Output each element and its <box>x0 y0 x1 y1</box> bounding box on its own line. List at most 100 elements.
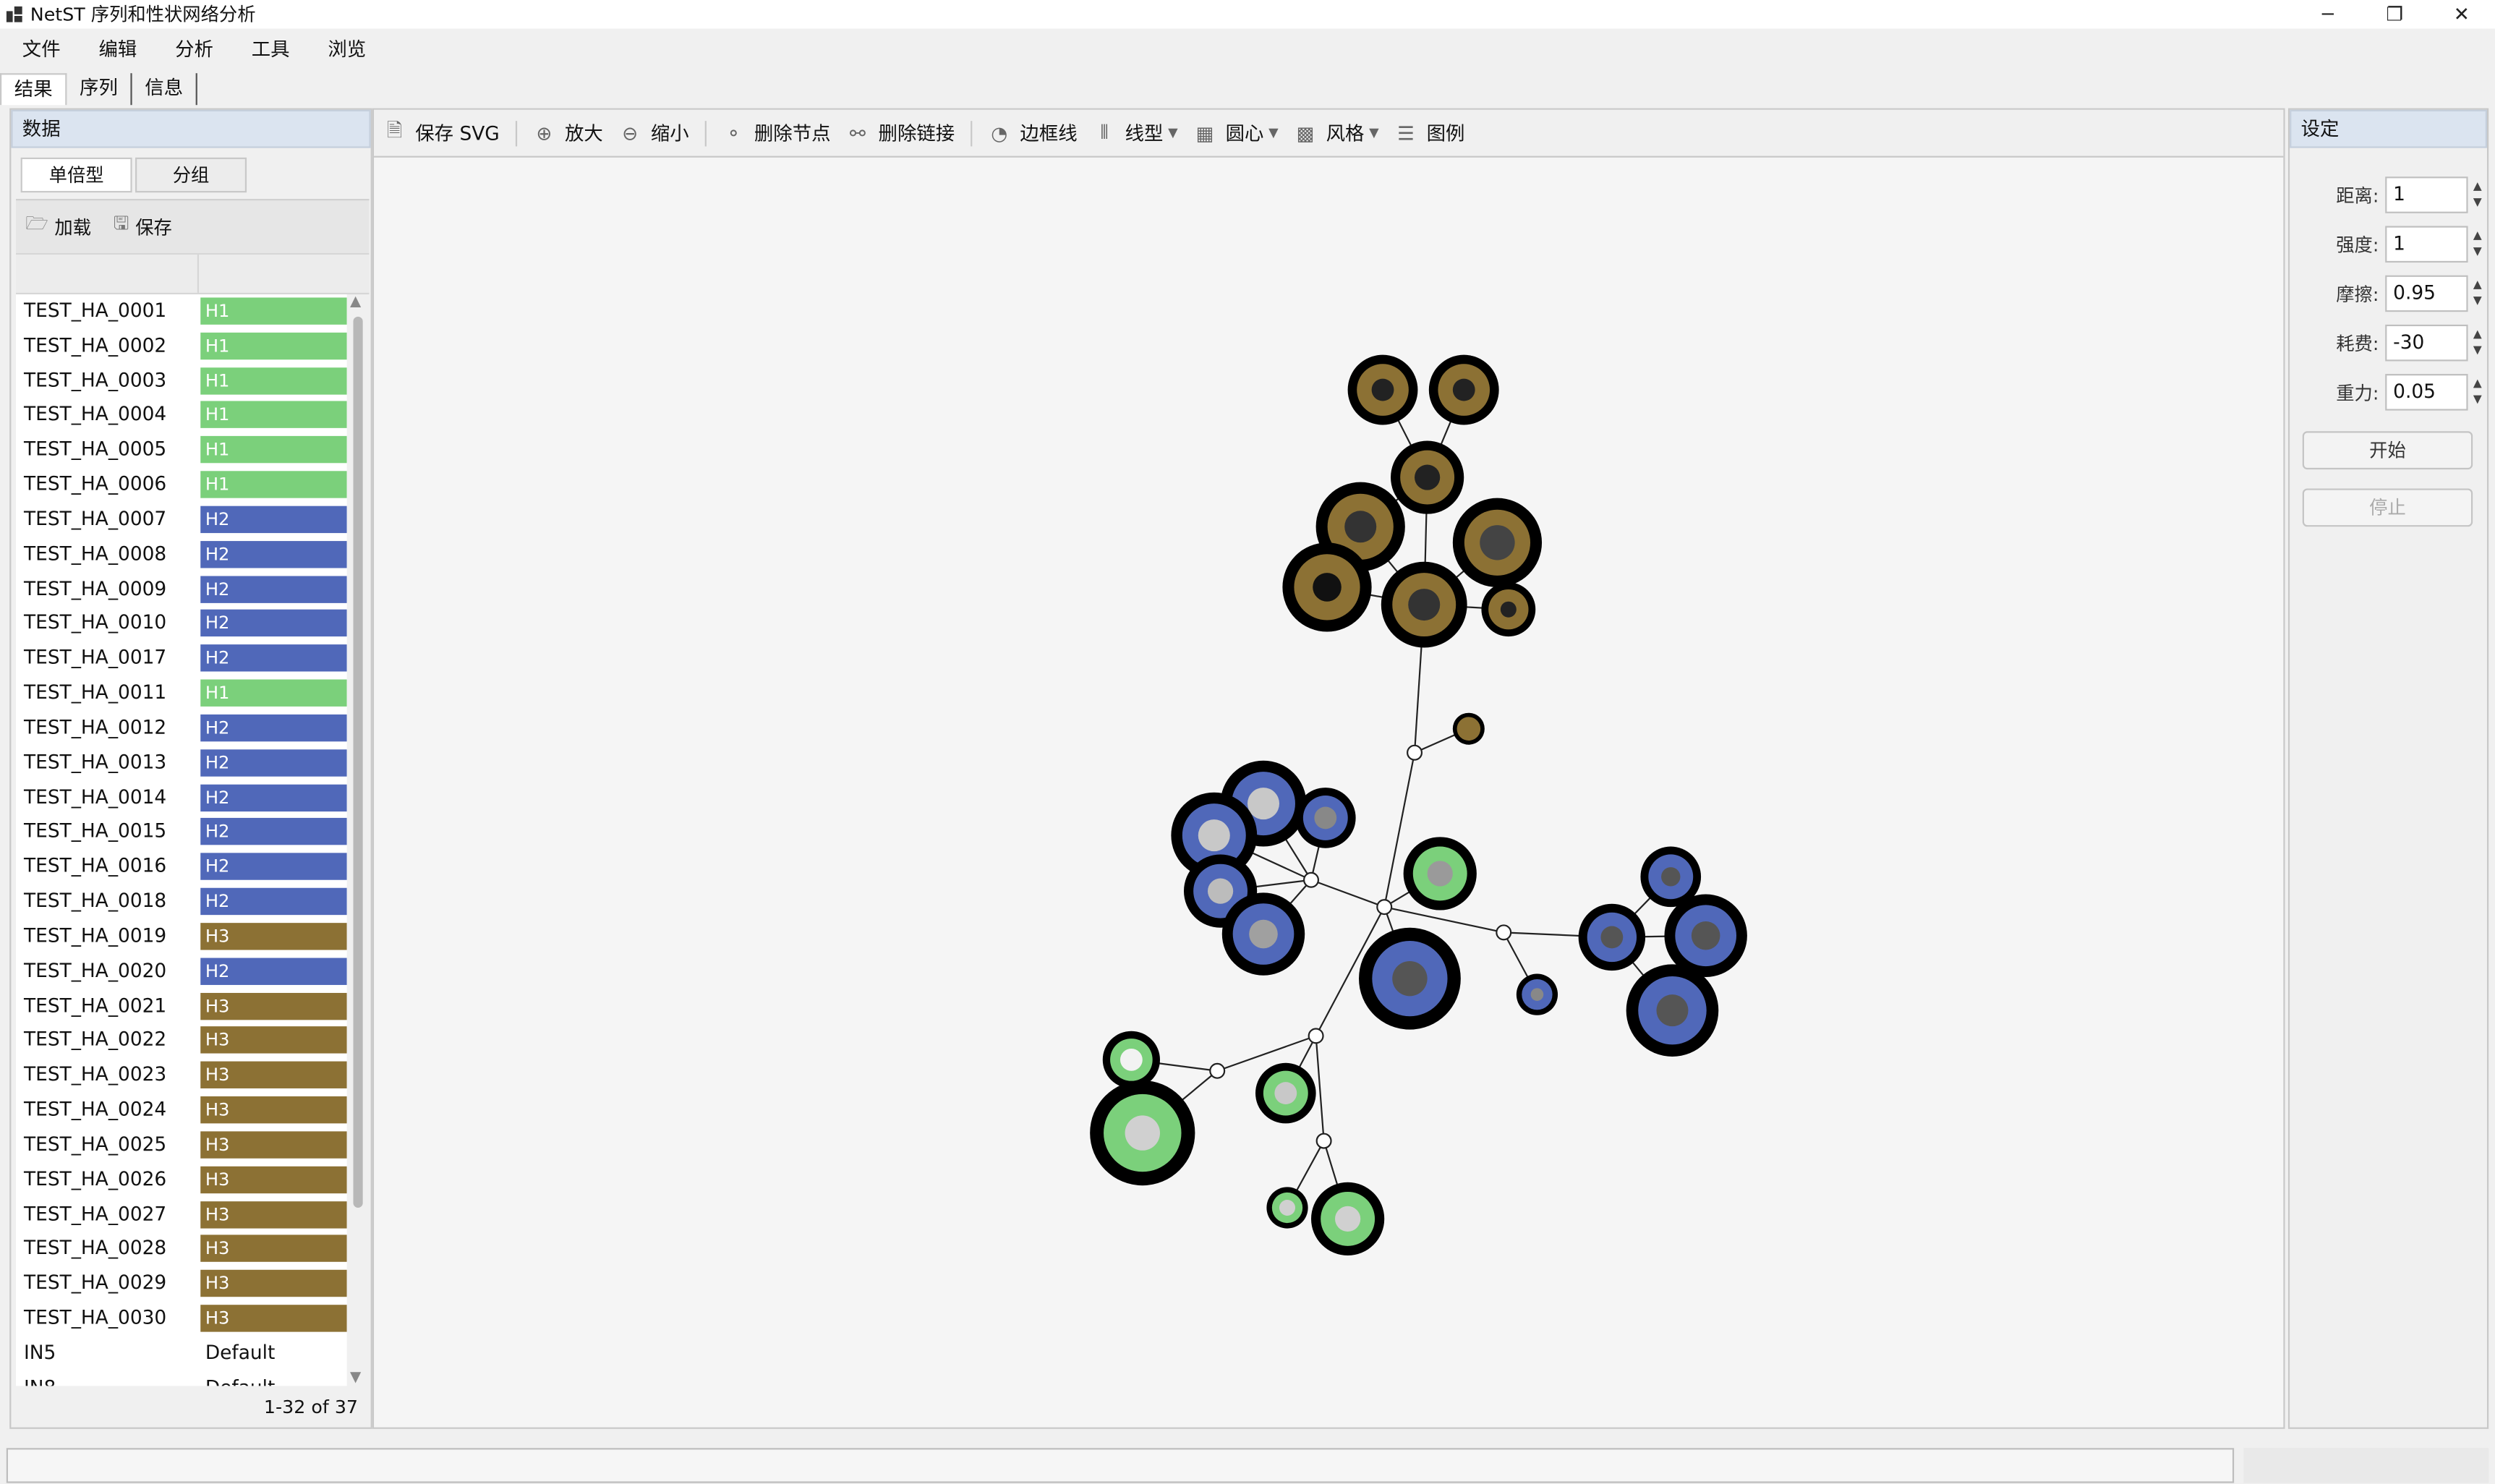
menu-edit[interactable]: 编辑 <box>77 34 153 61</box>
haplotype-cell[interactable]: H3 <box>200 1305 347 1332</box>
haplotype-cell[interactable]: H2 <box>200 957 347 985</box>
param-input[interactable]: -30 <box>2385 324 2468 362</box>
haplotype-node[interactable] <box>1578 903 1646 971</box>
haplotype-cell[interactable]: H1 <box>200 332 347 359</box>
haplotype-cell[interactable]: H1 <box>200 436 347 464</box>
table-row[interactable]: TEST_HA_0006 H1 <box>16 468 347 503</box>
table-row[interactable]: TEST_HA_0003 H1 <box>16 364 347 398</box>
table-row[interactable]: IN5 Default <box>16 1336 347 1371</box>
table-row[interactable]: TEST_HA_0009 H2 <box>16 572 347 607</box>
median-vector-node[interactable] <box>1303 871 1320 888</box>
haplotype-cell[interactable]: H2 <box>200 887 347 916</box>
haplotype-cell[interactable]: H1 <box>200 401 347 429</box>
table-row[interactable]: TEST_HA_0007 H2 <box>16 503 347 537</box>
toolbar-button-save-svg[interactable]: 🗎 保存 SVG <box>383 119 500 146</box>
median-vector-node[interactable] <box>1308 1028 1324 1044</box>
median-vector-node[interactable] <box>1496 924 1512 941</box>
table-row[interactable]: TEST_HA_0001 H1 <box>16 294 347 329</box>
toolbar-button-zoom-in[interactable]: ⊕ 放大 <box>533 119 603 146</box>
table-row[interactable]: TEST_HA_0010 H2 <box>16 607 347 641</box>
table-row[interactable]: TEST_HA_0021 H3 <box>16 989 347 1024</box>
spinner-icon[interactable]: ▲ ▼ <box>2470 277 2486 312</box>
table-row[interactable]: TEST_HA_0018 H2 <box>16 885 347 920</box>
haplotype-node[interactable] <box>1266 1187 1308 1229</box>
haplotype-cell[interactable]: H2 <box>200 749 347 777</box>
start-button[interactable]: 开始 <box>2302 431 2473 470</box>
table-row[interactable]: TEST_HA_0016 H2 <box>16 850 347 884</box>
haplotype-cell[interactable]: H3 <box>200 992 347 1020</box>
table-row[interactable]: TEST_HA_0023 H3 <box>16 1059 347 1093</box>
haplotype-node[interactable] <box>1481 582 1536 637</box>
toolbar-button-legend[interactable]: ☰ 图例 <box>1395 119 1464 146</box>
haplotype-cell[interactable]: H2 <box>200 714 347 742</box>
table-scrollbar[interactable]: ▲ ▼ <box>349 294 367 1386</box>
table-row[interactable]: IN8 Default <box>16 1371 347 1386</box>
network-link[interactable] <box>1315 1036 1325 1141</box>
haplotype-node[interactable] <box>1516 973 1558 1015</box>
haplotype-node[interactable] <box>1452 498 1543 587</box>
network-link[interactable] <box>1310 879 1385 908</box>
tab-sequences[interactable]: 序列 <box>67 73 132 106</box>
table-row[interactable]: TEST_HA_0020 H2 <box>16 955 347 989</box>
maximize-button[interactable]: ❐ <box>2361 0 2428 29</box>
haplotype-cell[interactable]: H3 <box>200 1131 347 1159</box>
haplotype-cell[interactable]: H2 <box>200 853 347 881</box>
param-input[interactable]: 0.05 <box>2385 374 2468 411</box>
param-input[interactable]: 0.95 <box>2385 275 2468 312</box>
scroll-down-icon[interactable]: ▼ <box>350 1370 361 1386</box>
menu-tools[interactable]: 工具 <box>229 34 306 61</box>
save-icon[interactable]: 🖫 <box>114 212 129 242</box>
haplotype-cell[interactable]: H3 <box>200 1235 347 1263</box>
tab-results[interactable]: 结果 <box>0 73 67 106</box>
stop-button[interactable]: 停止 <box>2302 488 2473 527</box>
table-row[interactable]: TEST_HA_0004 H1 <box>16 398 347 433</box>
haplotype-cell[interactable]: H2 <box>200 506 347 534</box>
haplotype-node[interactable] <box>1282 542 1372 632</box>
close-button[interactable]: ✕ <box>2428 0 2495 29</box>
haplotype-cell[interactable]: H2 <box>200 783 347 811</box>
haplotype-node[interactable] <box>1403 837 1477 911</box>
param-input[interactable]: 1 <box>2385 176 2468 213</box>
menu-browse[interactable]: 浏览 <box>306 34 383 61</box>
haplotype-cell[interactable]: H1 <box>200 679 347 707</box>
table-row[interactable]: TEST_HA_0022 H3 <box>16 1024 347 1059</box>
minimize-button[interactable]: ─ <box>2295 0 2361 29</box>
haplotype-cell[interactable]: H2 <box>200 575 347 603</box>
table-row[interactable]: TEST_HA_0027 H3 <box>16 1198 347 1232</box>
menu-analyze[interactable]: 分析 <box>153 34 229 61</box>
network-graph[interactable] <box>374 159 2283 1429</box>
haplotype-cell[interactable]: Default <box>200 1339 346 1366</box>
table-row[interactable]: TEST_HA_0002 H1 <box>16 329 347 364</box>
toolbar-button-style[interactable]: ▩ 风格 ▼ <box>1295 119 1379 146</box>
table-row[interactable]: TEST_HA_0005 H1 <box>16 433 347 468</box>
network-link[interactable] <box>1216 1035 1316 1072</box>
scroll-thumb[interactable] <box>353 316 363 1208</box>
load-button[interactable]: 加载 <box>54 214 91 239</box>
param-input[interactable]: 1 <box>2385 226 2468 263</box>
haplotype-cell[interactable]: H2 <box>200 540 347 568</box>
haplotype-node[interactable] <box>1295 788 1356 848</box>
tab-info[interactable]: 信息 <box>132 73 197 106</box>
haplotype-cell[interactable]: H1 <box>200 297 347 325</box>
haplotype-cell[interactable]: H3 <box>200 1166 347 1193</box>
haplotype-node[interactable] <box>1102 1031 1160 1088</box>
haplotype-cell[interactable]: H1 <box>200 471 347 498</box>
table-row[interactable]: TEST_HA_0014 H2 <box>16 780 347 815</box>
table-row[interactable]: TEST_HA_0015 H2 <box>16 815 347 850</box>
table-row[interactable]: TEST_HA_0008 H2 <box>16 537 347 572</box>
folder-open-icon[interactable]: 🗁 <box>25 212 48 242</box>
table-row[interactable]: TEST_HA_0026 H3 <box>16 1163 347 1198</box>
haplotype-node[interactable] <box>1381 561 1467 648</box>
haplotype-cell[interactable]: H3 <box>200 1062 347 1089</box>
toolbar-button-delete-node[interactable]: ⚬ 删除节点 <box>722 119 830 146</box>
haplotype-node[interactable] <box>1090 1080 1195 1186</box>
spinner-icon[interactable]: ▲ ▼ <box>2470 228 2486 263</box>
menu-file[interactable]: 文件 <box>0 34 77 61</box>
haplotype-node[interactable] <box>1391 440 1464 514</box>
table-row[interactable]: TEST_HA_0024 H3 <box>16 1093 347 1128</box>
tab-haplotype[interactable]: 单倍型 <box>20 157 132 193</box>
save-button[interactable]: 保存 <box>135 214 172 239</box>
haplotype-node[interactable] <box>1255 1062 1316 1124</box>
toolbar-button-border[interactable]: ◔ 边框线 <box>988 119 1077 146</box>
median-vector-node[interactable] <box>1407 744 1423 761</box>
